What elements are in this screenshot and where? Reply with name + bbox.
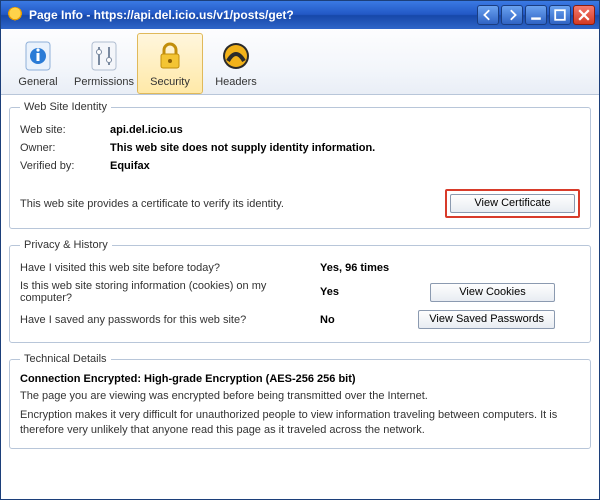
tab-permissions[interactable]: Permissions — [71, 33, 137, 94]
visited-answer: Yes, 96 times — [320, 262, 415, 274]
tab-headers-label: Headers — [215, 76, 257, 88]
passwords-question: Have I saved any passwords for this web … — [20, 314, 320, 326]
close-button[interactable] — [573, 5, 595, 25]
cookies-answer: Yes — [320, 286, 415, 298]
maximize-button[interactable] — [549, 5, 571, 25]
encryption-title: Connection Encrypted: High-grade Encrypt… — [20, 373, 580, 389]
minimize-button[interactable] — [525, 5, 547, 25]
window-title: Page Info - https://api.del.icio.us/v1/p… — [29, 8, 477, 22]
website-value: api.del.icio.us — [110, 124, 580, 136]
owner-value: This web site does not supply identity i… — [110, 142, 580, 154]
app-icon — [7, 7, 23, 23]
tab-security-label: Security — [150, 76, 190, 88]
verified-value: Equifax — [110, 160, 580, 172]
privacy-group: Privacy & History Have I visited this we… — [9, 239, 591, 343]
cookies-question: Is this web site storing information (co… — [20, 280, 320, 304]
owner-label: Owner: — [20, 142, 110, 154]
view-certificate-button[interactable]: View Certificate — [450, 194, 575, 213]
encryption-line2: Encryption makes it very difficult for u… — [20, 408, 580, 438]
window-titlebar: Page Info - https://api.del.icio.us/v1/p… — [1, 1, 599, 29]
website-label: Web site: — [20, 124, 110, 136]
passwords-answer: No — [320, 314, 415, 326]
toolbar: General Permissions Security Headers — [1, 29, 599, 95]
window-controls — [477, 5, 595, 25]
identity-group: Web Site Identity Web site: api.del.icio… — [9, 101, 591, 229]
certificate-text: This web site provides a certificate to … — [20, 198, 445, 210]
highlight-annotation: View Certificate — [445, 189, 580, 218]
tab-security[interactable]: Security — [137, 33, 203, 94]
visited-question: Have I visited this web site before toda… — [20, 262, 320, 274]
view-passwords-button[interactable]: View Saved Passwords — [418, 310, 555, 329]
sliders-icon — [86, 38, 122, 74]
view-cookies-button[interactable]: View Cookies — [430, 283, 555, 302]
tab-general-label: General — [18, 76, 57, 88]
tab-headers[interactable]: Headers — [203, 33, 269, 94]
headers-icon — [218, 38, 254, 74]
info-icon — [20, 38, 56, 74]
privacy-legend: Privacy & History — [20, 239, 112, 251]
encryption-line1: The page you are viewing was encrypted b… — [20, 389, 580, 404]
identity-legend: Web Site Identity — [20, 101, 111, 113]
scroll-right-button[interactable] — [501, 5, 523, 25]
lock-icon — [152, 38, 188, 74]
content-area: Web Site Identity Web site: api.del.icio… — [1, 95, 599, 467]
scroll-left-button[interactable] — [477, 5, 499, 25]
tab-permissions-label: Permissions — [74, 76, 134, 88]
technical-group: Technical Details Connection Encrypted: … — [9, 353, 591, 449]
verified-label: Verified by: — [20, 160, 110, 172]
tab-general[interactable]: General — [5, 33, 71, 94]
technical-legend: Technical Details — [20, 353, 111, 365]
